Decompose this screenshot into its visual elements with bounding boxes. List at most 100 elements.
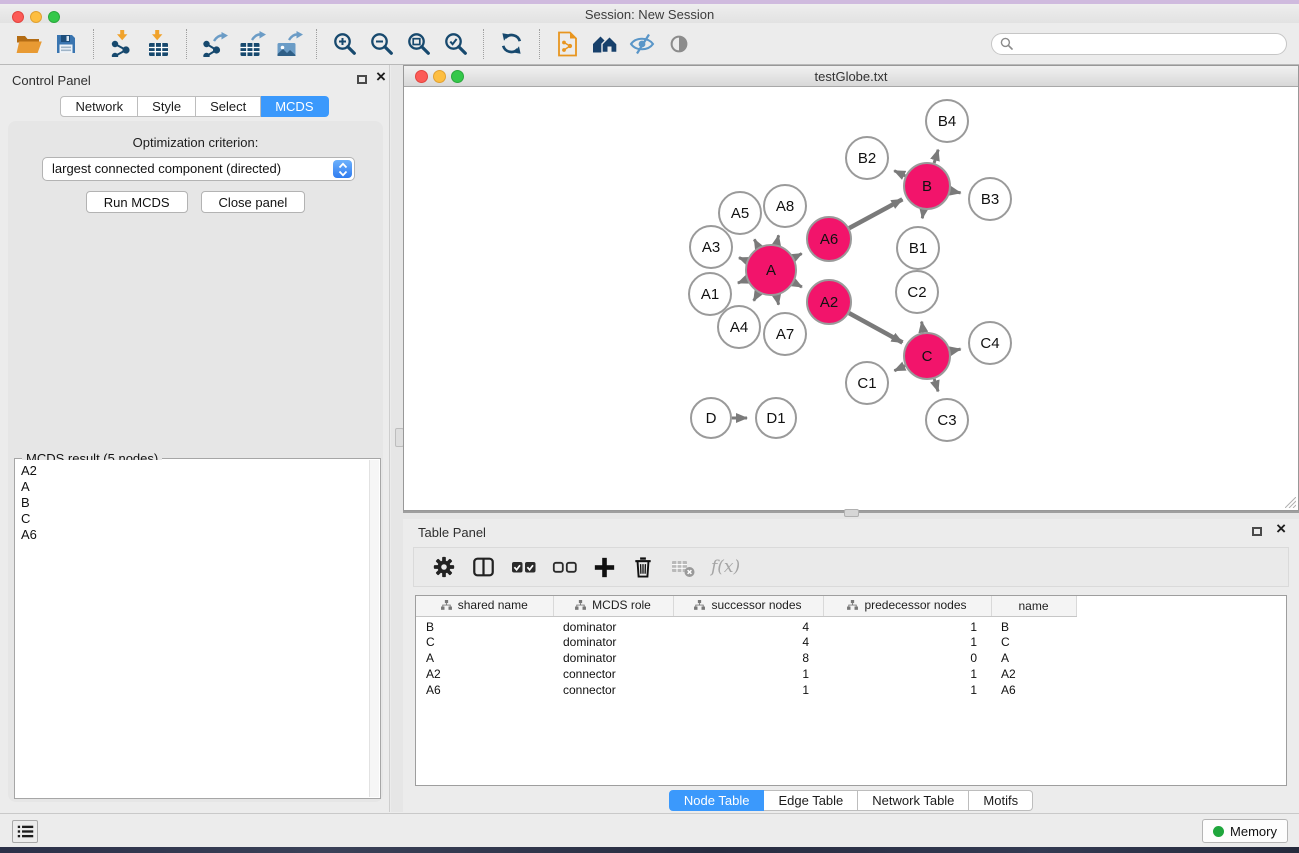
edge-A6-B[interactable] (849, 199, 902, 228)
edge-A-A7[interactable] (777, 295, 779, 304)
refresh-layout-button[interactable] (493, 28, 530, 60)
cell-mcds-role[interactable]: dominator (553, 616, 673, 634)
cell-shared-name[interactable]: C (416, 634, 553, 650)
mcds-result-item[interactable]: A2 (21, 463, 369, 479)
edge-C-C3[interactable] (934, 379, 938, 392)
column-header-successor-nodes[interactable]: successor nodes (673, 596, 823, 616)
add-column-button[interactable] (593, 556, 616, 579)
network-canvas[interactable]: B4B2BB3A8A5A6A3B1AC2A1A2A4A7C4CC1C3DD1 (404, 87, 1298, 510)
function-builder-button[interactable]: f(x) (711, 557, 740, 577)
cell-predecessor-nodes[interactable]: 1 (823, 682, 991, 698)
column-layout-button[interactable] (471, 555, 496, 579)
table-tab-network-table[interactable]: Network Table (858, 790, 969, 811)
edge-A-A8[interactable] (777, 235, 779, 244)
column-header-mcds-role[interactable]: MCDS role (553, 596, 673, 616)
network-window-titlebar[interactable]: testGlobe.txt (404, 66, 1298, 87)
float-control-panel-button[interactable] (357, 75, 367, 84)
tab-mcds[interactable]: MCDS (261, 96, 328, 117)
column-header-predecessor-nodes[interactable]: predecessor nodes (823, 596, 991, 616)
cell-name[interactable]: A2 (991, 666, 1076, 682)
table-row[interactable]: A6connector11A6 (416, 682, 1286, 698)
edge-A-A6[interactable] (794, 254, 802, 258)
resize-grip-icon[interactable] (1285, 497, 1296, 508)
cell-mcds-role[interactable]: connector (553, 682, 673, 698)
mcds-result-item[interactable]: A (21, 479, 369, 495)
task-history-button[interactable] (12, 820, 38, 843)
table-settings-button[interactable] (432, 555, 456, 579)
close-control-panel-button[interactable]: × (376, 68, 386, 86)
cell-shared-name[interactable]: A2 (416, 666, 553, 682)
zoom-selected-button[interactable] (437, 28, 474, 60)
tab-select[interactable]: Select (196, 96, 261, 117)
horizontal-split-divider[interactable] (403, 511, 1299, 519)
edge-A-A1[interactable] (738, 280, 747, 284)
column-header-shared-name[interactable]: shared name (416, 596, 553, 616)
export-image-button[interactable] (270, 28, 307, 60)
float-table-panel-button[interactable] (1252, 527, 1262, 536)
select-all-columns-button[interactable] (511, 555, 537, 579)
cell-predecessor-nodes[interactable]: 1 (823, 666, 991, 682)
horizontal-split-handle[interactable] (844, 509, 859, 517)
table-tab-edge-table[interactable]: Edge Table (764, 790, 858, 811)
cell-name[interactable]: A (991, 650, 1076, 666)
edge-B-B2[interactable] (894, 171, 905, 176)
network-document-button[interactable] (549, 28, 586, 60)
import-network-button[interactable] (103, 28, 140, 60)
cell-successor-nodes[interactable]: 4 (673, 616, 823, 634)
first-neighbors-button[interactable] (586, 28, 623, 60)
edge-B-B3[interactable] (951, 191, 961, 193)
search-input[interactable] (1018, 37, 1278, 51)
edge-A2-C[interactable] (849, 313, 902, 342)
cell-predecessor-nodes[interactable]: 1 (823, 634, 991, 650)
cell-mcds-role[interactable]: connector (553, 666, 673, 682)
cell-name[interactable]: B (991, 616, 1076, 634)
table-row[interactable]: Adominator80A (416, 650, 1286, 666)
mcds-result-item[interactable]: A6 (21, 527, 369, 543)
edge-A-A5[interactable] (754, 239, 758, 247)
optimization-criterion-select[interactable]: largest connected component (directed) (42, 157, 355, 181)
delete-column-button[interactable] (631, 555, 655, 579)
tab-style[interactable]: Style (138, 96, 196, 117)
close-mcds-panel-button[interactable]: Close panel (201, 191, 306, 213)
cell-mcds-role[interactable]: dominator (553, 650, 673, 666)
edge-C-C4[interactable] (951, 349, 961, 351)
show-panels-button[interactable] (660, 28, 697, 60)
hide-panels-button[interactable] (623, 28, 660, 60)
tab-network[interactable]: Network (60, 96, 138, 117)
column-header-name[interactable]: name (991, 596, 1076, 616)
search-box[interactable] (991, 33, 1287, 55)
zoom-out-button[interactable] (363, 28, 400, 60)
zoom-fit-button[interactable] (400, 28, 437, 60)
save-session-button[interactable] (47, 28, 84, 60)
cell-shared-name[interactable]: A (416, 650, 553, 666)
cell-name[interactable]: A6 (991, 682, 1076, 698)
mcds-result-item[interactable]: B (21, 495, 369, 511)
cell-predecessor-nodes[interactable]: 1 (823, 616, 991, 634)
delete-table-button[interactable] (670, 556, 696, 579)
cell-successor-nodes[interactable]: 1 (673, 682, 823, 698)
zoom-in-button[interactable] (326, 28, 363, 60)
edge-B-B1[interactable] (922, 210, 923, 219)
edge-C-C2[interactable] (922, 322, 924, 333)
cell-shared-name[interactable]: A6 (416, 682, 553, 698)
export-network-button[interactable] (196, 28, 233, 60)
mcds-result-scrollbar[interactable] (369, 460, 379, 797)
cell-name[interactable]: C (991, 634, 1076, 650)
table-tab-node-table[interactable]: Node Table (669, 790, 765, 811)
cell-predecessor-nodes[interactable]: 0 (823, 650, 991, 666)
cell-successor-nodes[interactable]: 4 (673, 634, 823, 650)
close-table-panel-button[interactable]: × (1276, 520, 1286, 538)
table-row[interactable]: Bdominator41B (416, 616, 1286, 634)
cell-successor-nodes[interactable]: 8 (673, 650, 823, 666)
run-mcds-button[interactable]: Run MCDS (86, 191, 188, 213)
deselect-all-columns-button[interactable] (552, 555, 578, 579)
mcds-result-item[interactable]: C (21, 511, 369, 527)
table-row[interactable]: A2connector11A2 (416, 666, 1286, 682)
cell-mcds-role[interactable]: dominator (553, 634, 673, 650)
edge-A-A2[interactable] (794, 283, 802, 287)
import-table-button[interactable] (140, 28, 177, 60)
open-session-button[interactable] (10, 28, 47, 60)
table-row[interactable]: Cdominator41C (416, 634, 1286, 650)
edge-C-C1[interactable] (894, 366, 905, 371)
edge-B-B4[interactable] (934, 150, 938, 163)
